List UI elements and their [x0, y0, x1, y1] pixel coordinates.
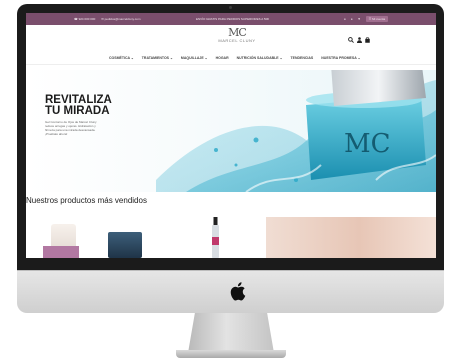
hands-lifestyle-image[interactable] — [266, 217, 436, 258]
monitor-stand-neck — [188, 313, 274, 353]
apple-logo-icon — [230, 282, 246, 301]
contact-info: ☎ 924 000 000 ✉ pedidos@marcelcluny.com — [74, 17, 140, 21]
product-box-image[interactable] — [108, 232, 142, 258]
nav-item-nuestra-promesa[interactable]: NUESTRA PROMESA ⌄ — [321, 56, 360, 60]
main-nav: COSMÉTICA ⌄ TRATAMIENTOS ⌄ MAQUILLAJE ⌄ … — [26, 53, 436, 65]
promo-banner: ENVÍO GRATIS PARA PEDIDOS SUPERIORES A 5… — [196, 17, 269, 21]
product-row — [26, 213, 436, 258]
nav-item-tendencias[interactable]: TENDENCIAS — [291, 56, 314, 60]
brand-logo[interactable]: MC MARCEL CLUNY — [212, 27, 262, 43]
jar-brand-mark: MC — [344, 129, 391, 159]
nav-item-tratamientos[interactable]: TRATAMIENTOS ⌄ — [142, 56, 173, 60]
header-icons — [348, 37, 370, 43]
product-serum-image[interactable] — [211, 217, 220, 258]
product-splash-image: MC — [156, 70, 436, 192]
hero-banner[interactable]: REVITALIZA TU MIRADA Gel Contorno de Ojo… — [26, 70, 436, 192]
cart-icon[interactable] — [365, 37, 370, 43]
search-icon[interactable] — [348, 37, 354, 43]
camera-dot — [229, 6, 232, 9]
phone-link[interactable]: ☎ 924 000 000 — [74, 17, 95, 21]
nav-item-cosmetica[interactable]: COSMÉTICA ⌄ — [109, 56, 134, 60]
section-title: Nuestros productos más vendidos — [26, 196, 147, 205]
hero-title: REVITALIZA TU MIRADA — [45, 94, 112, 117]
language-icon[interactable]: ▼ — [358, 17, 361, 21]
social-icon[interactable]: ● — [344, 17, 346, 21]
nav-item-hogar[interactable]: HOGAR — [216, 56, 229, 60]
nav-item-maquillaje[interactable]: MAQUILLAJE ⌄ — [181, 56, 208, 60]
brand-mark: MC — [228, 26, 247, 39]
account-button[interactable]: ☰ Mi cuenta — [365, 16, 389, 22]
top-utilities: ● ● ▼ ☰ Mi cuenta — [344, 16, 389, 22]
monitor-stand-foot — [176, 350, 286, 358]
product-jar-label — [43, 246, 79, 258]
website-screen: ☎ 924 000 000 ✉ pedidos@marcelcluny.com … — [26, 13, 436, 258]
hero-description: Gel Contorno de Ojos de Marcel Cluny red… — [45, 120, 97, 136]
top-bar: ☎ 924 000 000 ✉ pedidos@marcelcluny.com … — [26, 13, 436, 25]
nav-item-nutricion[interactable]: NUTRICIÓN SALUDABLE ⌄ — [237, 56, 283, 60]
user-icon[interactable] — [357, 37, 362, 43]
email-link[interactable]: ✉ pedidos@marcelcluny.com — [101, 17, 140, 21]
site-header: MC MARCEL CLUNY — [26, 25, 436, 53]
brand-name: MARCEL CLUNY — [218, 38, 256, 43]
social-icon[interactable]: ● — [351, 17, 353, 21]
